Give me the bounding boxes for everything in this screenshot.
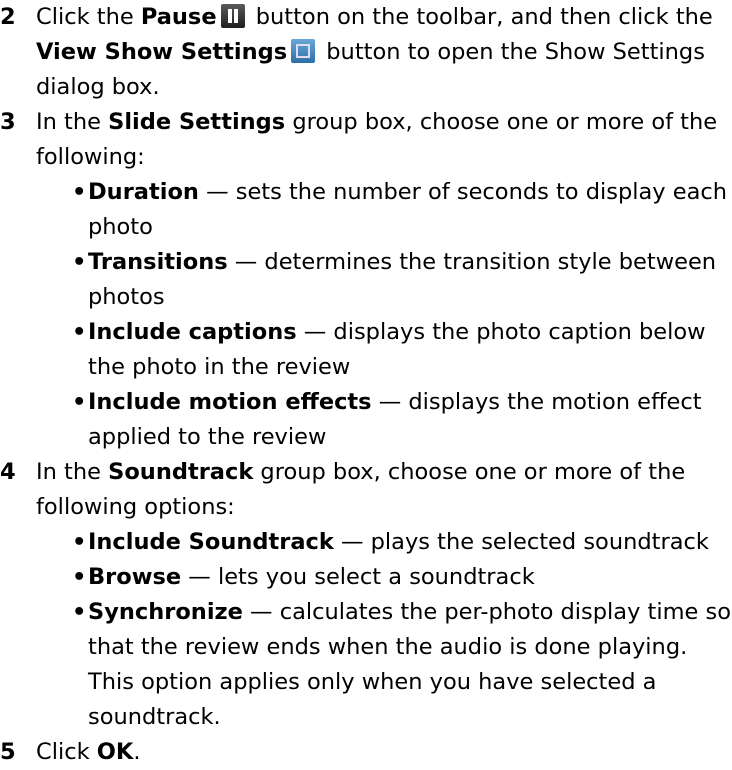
step-number: 2 (0, 4, 16, 30)
list-item: • Duration — sets the number of seconds t… (72, 179, 728, 240)
list-item: • Include motion effects — displays the m… (72, 389, 702, 450)
view-show-settings-label: View Show Settings (36, 39, 288, 65)
instruction-page: 2 Click the Pause button on the toolbar,… (0, 0, 732, 765)
list-item: • Transitions — determines the transition… (72, 249, 717, 310)
pause-label: Pause (140, 4, 217, 30)
list-item: • Synchronize — calculates the per-photo … (72, 599, 732, 730)
group-name: Slide Settings (108, 109, 286, 135)
pause-icon (220, 4, 245, 28)
show-settings-icon (291, 39, 316, 63)
bullet-list: • Duration — sets the number of seconds t… (36, 175, 732, 455)
list-item: • Include captions — displays the photo c… (72, 319, 706, 380)
list-item: • Include Soundtrack — plays the selected… (72, 529, 709, 555)
group-name: Soundtrack (108, 459, 254, 485)
ok-label: OK (96, 739, 134, 765)
bullet-list: • Include Soundtrack — plays the selected… (36, 525, 732, 735)
step-number: 3 (0, 109, 16, 135)
step-4: 4 In the Soundtrack group box, choose on… (0, 455, 732, 735)
step-5: 5 Click OK. (0, 735, 732, 770)
step-number: 4 (0, 459, 16, 485)
step-3: 3 In the Slide Settings group box, choos… (0, 105, 732, 455)
step-number: 5 (0, 739, 16, 765)
list-item: • Browse — lets you select a soundtrack (72, 564, 535, 590)
step-2: 2 Click the Pause button on the toolbar,… (0, 0, 732, 105)
